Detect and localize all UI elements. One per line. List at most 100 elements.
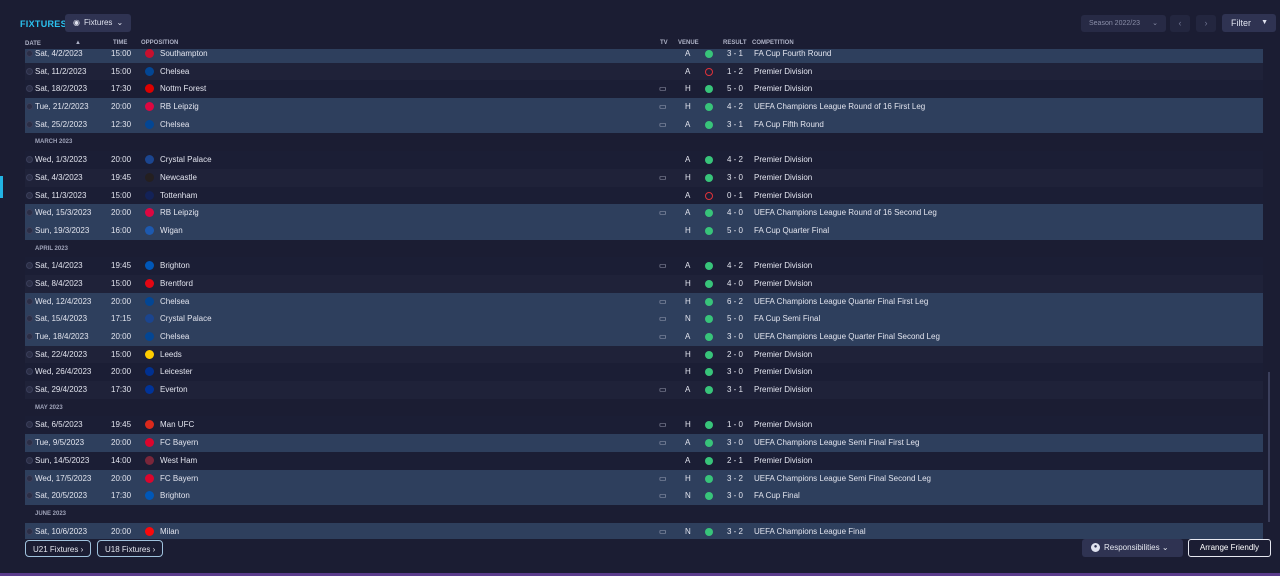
opposition-name[interactable]: Leeds <box>160 350 182 359</box>
fixture-result[interactable]: 4 - 0 <box>727 208 743 217</box>
opposition-name[interactable]: Wigan <box>160 226 183 235</box>
fixtures-list[interactable]: Sat, 4/2/2023 15:00 Southampton A 3 - 1 FA Cu… <box>25 49 1263 539</box>
fixture-competition[interactable]: Premier Division <box>754 350 812 359</box>
table-row[interactable]: Sat, 4/3/2023 19:45 Newcastle ▭ H 3 - 0 Premie… <box>25 168 1263 187</box>
next-season-button[interactable]: › <box>1196 15 1216 32</box>
table-row[interactable]: Wed, 12/4/2023 20:00 Chelsea ▭ H 6 - 2 UEFA Ch… <box>25 292 1263 311</box>
fixture-result[interactable]: 3 - 1 <box>727 120 743 129</box>
select-circle-icon[interactable] <box>26 368 33 376</box>
opposition-name[interactable]: FC Bayern <box>160 438 198 447</box>
opposition-name[interactable]: Chelsea <box>160 120 189 129</box>
select-circle-icon[interactable] <box>26 85 33 93</box>
select-circle-icon[interactable] <box>26 315 33 323</box>
season-select[interactable]: Season 2022/23 ⌄ <box>1081 15 1166 32</box>
table-row[interactable]: Wed, 17/5/2023 20:00 FC Bayern ▭ H 3 - 2 UEFA … <box>25 469 1263 488</box>
table-row[interactable]: Wed, 15/3/2023 20:00 RB Leipzig ▭ A 4 - 0 UEFA… <box>25 204 1263 222</box>
select-circle-icon[interactable] <box>26 297 33 305</box>
fixture-result[interactable]: 3 - 0 <box>727 367 743 376</box>
col-time[interactable]: TIME <box>113 40 127 46</box>
fixture-result[interactable]: 4 - 2 <box>727 261 743 270</box>
table-row[interactable]: Sat, 29/4/2023 17:30 Everton ▭ A 3 - 1 Premier… <box>25 381 1263 399</box>
select-circle-icon[interactable] <box>26 120 33 128</box>
col-result[interactable]: RESULT <box>723 40 747 46</box>
table-row[interactable]: Sat, 20/5/2023 17:30 Brighton ▭ N 3 - 0 FA Cup… <box>25 487 1263 505</box>
table-row[interactable]: Sat, 8/4/2023 15:00 Brentford H 4 - 0 Premier… <box>25 274 1263 293</box>
select-circle-icon[interactable] <box>26 209 33 217</box>
prev-season-button[interactable]: ‹ <box>1170 15 1190 32</box>
fixture-result[interactable]: 6 - 2 <box>727 297 743 306</box>
table-row[interactable]: Tue, 18/4/2023 20:00 Chelsea ▭ A 3 - 0 UEFA Ch… <box>25 328 1263 346</box>
fixture-competition[interactable]: FA Cup Semi Final <box>754 314 820 323</box>
fixture-result[interactable]: 4 - 0 <box>727 279 743 288</box>
table-row[interactable]: Tue, 21/2/2023 20:00 RB Leipzig ▭ H 4 - 2 UEFA… <box>25 98 1263 116</box>
table-row[interactable]: Wed, 1/3/2023 20:00 Crystal Palace A 4 - 2 Pr… <box>25 151 1263 169</box>
opposition-name[interactable]: Chelsea <box>160 67 189 76</box>
fixture-competition[interactable]: UEFA Champions League Semi Final Second … <box>754 474 931 483</box>
col-date[interactable]: DATE ▲ <box>25 40 81 47</box>
select-circle-icon[interactable] <box>26 439 33 447</box>
fixture-competition[interactable]: UEFA Champions League Semi Final First L… <box>754 438 919 447</box>
fixture-result[interactable]: 3 - 0 <box>727 173 743 182</box>
opposition-name[interactable]: Tottenham <box>160 191 197 200</box>
fixture-result[interactable]: 3 - 0 <box>727 491 743 500</box>
fixture-result[interactable]: 3 - 0 <box>727 438 743 447</box>
table-row[interactable]: Sun, 14/5/2023 14:00 West Ham A 2 - 1 Premier… <box>25 451 1263 470</box>
select-circle-icon[interactable] <box>26 262 33 270</box>
table-row[interactable]: Sat, 4/2/2023 15:00 Southampton A 3 - 1 FA Cu… <box>25 49 1263 63</box>
fixture-competition[interactable]: Premier Division <box>754 367 812 376</box>
select-circle-icon[interactable] <box>26 173 33 181</box>
select-circle-icon[interactable] <box>26 279 33 287</box>
table-row[interactable]: Sat, 15/4/2023 17:15 Crystal Palace ▭ N 5 - 0… <box>25 310 1263 328</box>
fixture-competition[interactable]: UEFA Champions League Round of 16 Second… <box>754 208 937 217</box>
fixture-result[interactable]: 3 - 1 <box>727 385 743 394</box>
fixture-result[interactable]: 5 - 0 <box>727 226 743 235</box>
opposition-name[interactable]: Chelsea <box>160 332 189 341</box>
table-row[interactable]: Sat, 22/4/2023 15:00 Leeds H 2 - 0 Premier Di… <box>25 345 1263 364</box>
table-row[interactable]: Sat, 25/2/2023 12:30 Chelsea ▭ A 3 - 1 FA Cup … <box>25 115 1263 134</box>
fixture-competition[interactable]: Premier Division <box>754 84 812 93</box>
fixture-competition[interactable]: Premier Division <box>754 155 812 164</box>
fixture-result[interactable]: 4 - 2 <box>727 102 743 111</box>
responsibilities-button[interactable]: ● Responsibilities ⌄ <box>1082 539 1183 557</box>
view-selector-button[interactable]: ◉ Fixtures ⌄ <box>65 14 132 32</box>
fixture-result[interactable]: 4 - 2 <box>727 155 743 164</box>
col-competition[interactable]: COMPETITION <box>752 40 794 46</box>
filter-button[interactable]: Filter ▼ <box>1222 14 1276 32</box>
opposition-name[interactable]: FC Bayern <box>160 474 198 483</box>
opposition-name[interactable]: Brentford <box>160 279 193 288</box>
opposition-name[interactable]: Nottm Forest <box>160 84 206 93</box>
opposition-name[interactable]: Crystal Palace <box>160 155 212 164</box>
fixture-result[interactable]: 2 - 0 <box>727 350 743 359</box>
fixture-result[interactable]: 5 - 0 <box>727 314 743 323</box>
fixture-competition[interactable]: Premier Division <box>754 191 812 200</box>
arrange-friendly-button[interactable]: Arrange Friendly <box>1188 539 1271 557</box>
col-opposition[interactable]: OPPOSITION <box>141 40 178 46</box>
opposition-name[interactable]: RB Leipzig <box>160 102 199 111</box>
table-row[interactable]: Wed, 26/4/2023 20:00 Leicester H 3 - 0 Premie… <box>25 363 1263 382</box>
opposition-name[interactable]: Man UFC <box>160 420 194 429</box>
opposition-name[interactable]: Milan <box>160 527 179 536</box>
fixture-competition[interactable]: UEFA Champions League Round of 16 First … <box>754 102 925 111</box>
fixture-competition[interactable]: FA Cup Fourth Round <box>754 49 831 58</box>
select-circle-icon[interactable] <box>26 527 33 535</box>
select-circle-icon[interactable] <box>26 333 33 340</box>
fixture-competition[interactable]: UEFA Champions League Quarter Final Firs… <box>754 297 928 306</box>
select-circle-icon[interactable] <box>26 350 33 358</box>
opposition-name[interactable]: Brighton <box>160 261 190 270</box>
fixture-competition[interactable]: UEFA Champions League Final <box>754 527 866 536</box>
opposition-name[interactable]: Chelsea <box>160 297 189 306</box>
fixture-result[interactable]: 3 - 2 <box>727 527 743 536</box>
opposition-name[interactable]: Southampton <box>160 49 208 58</box>
table-row[interactable]: Sat, 11/3/2023 15:00 Tottenham A 0 - 1 Premie… <box>25 186 1263 205</box>
u21-fixtures-button[interactable]: U21 Fixtures › <box>25 540 92 557</box>
table-row[interactable]: Tue, 9/5/2023 20:00 FC Bayern ▭ A 3 - 0 UEFA C… <box>25 434 1263 452</box>
select-circle-icon[interactable] <box>26 386 33 394</box>
select-circle-icon[interactable] <box>26 50 33 57</box>
fixture-competition[interactable]: Premier Division <box>754 67 812 76</box>
fixture-competition[interactable]: UEFA Champions League Quarter Final Seco… <box>754 332 940 341</box>
col-venue[interactable]: VENUE <box>678 40 699 46</box>
fixture-competition[interactable]: Premier Division <box>754 173 812 182</box>
opposition-name[interactable]: Brighton <box>160 491 190 500</box>
scrollbar[interactable] <box>1268 372 1270 522</box>
fixture-result[interactable]: 0 - 1 <box>727 191 743 200</box>
